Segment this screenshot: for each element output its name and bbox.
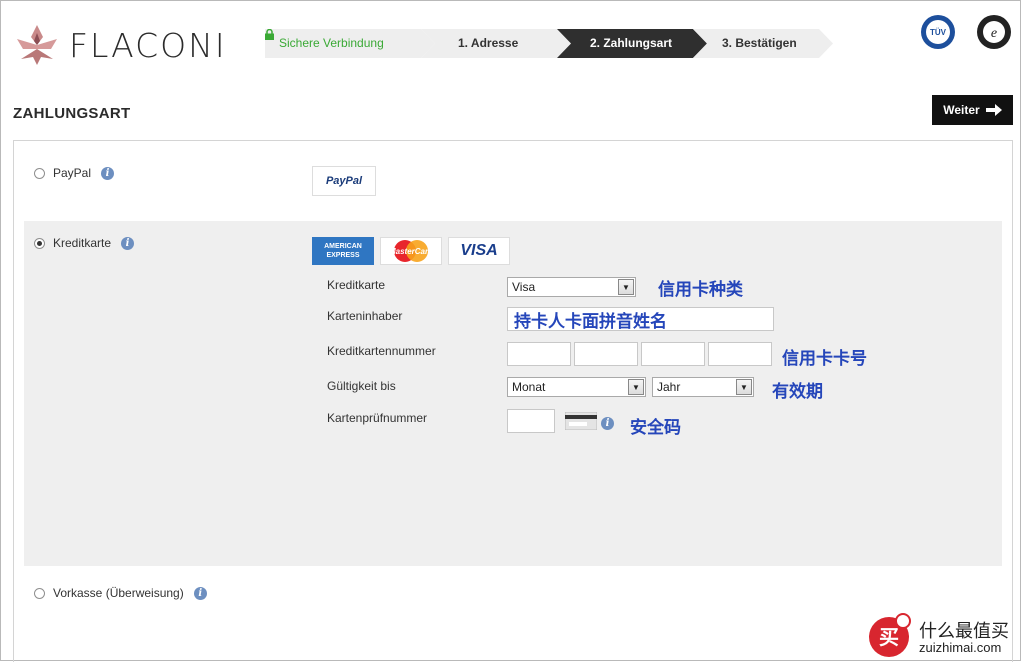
- lotus-icon: [17, 25, 57, 65]
- option-kreditkarte[interactable]: Kreditkarte i: [34, 236, 135, 250]
- step-label: 3. Bestätigen: [722, 36, 797, 50]
- paypal-logo: PayPal: [312, 166, 376, 196]
- kreditkartennummer-label: Kreditkartennummer: [327, 344, 436, 358]
- card-number-part-2[interactable]: [574, 342, 638, 366]
- brand-name: FLACONI: [69, 25, 227, 65]
- option-label: Kreditkarte: [53, 236, 112, 250]
- mastercard-logo: MasterCard: [380, 237, 442, 265]
- card-holder-annotation: 持卡人卡面拼音姓名: [514, 311, 667, 332]
- card-back-icon: [565, 412, 597, 430]
- zuizhimai-logo-icon: 买: [869, 613, 911, 657]
- step-label: 1. Adresse: [458, 36, 519, 50]
- chevron-down-icon[interactable]: ▼: [618, 279, 634, 295]
- svg-text:e: e: [991, 26, 997, 41]
- expiry-month-select[interactable]: Monat ▼: [507, 377, 646, 397]
- lock-icon: [265, 29, 274, 40]
- step-zahlungsart: 2. Zahlungsart: [557, 29, 707, 58]
- kreditkarte-radio[interactable]: [34, 237, 45, 249]
- amex-logo-text: AMERICAN EXPRESS: [324, 243, 362, 259]
- info-icon[interactable]: i: [193, 586, 207, 600]
- card-type-value: Visa: [512, 280, 536, 294]
- expiry-year-value: Jahr: [657, 380, 681, 394]
- kartenpruefnummer-label: Kartenprüfnummer: [327, 411, 428, 425]
- card-number-part-1[interactable]: [507, 342, 571, 366]
- paypal-radio[interactable]: [34, 167, 45, 179]
- trust-badges: TÜV e: [920, 14, 1012, 50]
- weiter-label: Weiter: [943, 103, 980, 117]
- annotation-card-number: 信用卡卡号: [782, 349, 867, 369]
- card-number-part-3[interactable]: [641, 342, 705, 366]
- page-frame: FLACONI Sichere Verbindung 1. Adresse 2.…: [0, 0, 1021, 662]
- karteninhaber-label: Karteninhaber: [327, 309, 403, 323]
- trusted-shops-badge-icon[interactable]: e: [976, 14, 1012, 50]
- step-label: 2. Zahlungsart: [590, 36, 673, 50]
- visa-logo: VISA: [448, 237, 510, 265]
- expiry-month-value: Monat: [512, 380, 546, 394]
- chevron-down-icon[interactable]: ▼: [736, 379, 752, 395]
- option-paypal[interactable]: PayPal i: [34, 166, 115, 180]
- vorkasse-radio[interactable]: [34, 587, 45, 599]
- option-label: PayPal: [53, 166, 92, 180]
- cvv-input[interactable]: [507, 409, 555, 433]
- visa-logo-text: VISA: [460, 242, 498, 259]
- card-holder-input[interactable]: 持卡人卡面拼音姓名: [507, 307, 774, 332]
- mastercard-logo-text: MasterCard: [388, 247, 433, 256]
- step-label: Sichere Verbindung: [279, 36, 384, 50]
- payment-panel: PayPal i PayPal Kreditkarte i AMERICAN E…: [13, 140, 1013, 662]
- kreditkarte-label: Kreditkarte: [327, 278, 386, 292]
- info-icon[interactable]: i: [121, 236, 135, 250]
- option-vorkasse[interactable]: Vorkasse (Überweisung) i: [34, 586, 207, 600]
- expiry-year-select[interactable]: Jahr ▼: [652, 377, 754, 397]
- annotation-cvv: 安全码: [630, 418, 681, 438]
- watermark: 买 什么最值买 zuizhimai.com: [867, 613, 1017, 659]
- step-bestaetigen: 3. Bestätigen: [693, 29, 833, 58]
- chevron-down-icon[interactable]: ▼: [628, 379, 644, 395]
- watermark-url: zuizhimai.com: [919, 640, 1002, 655]
- tuv-sud-badge-icon[interactable]: TÜV: [920, 14, 956, 50]
- card-number-part-4[interactable]: [708, 342, 772, 366]
- paypal-logo-text: PayPal: [325, 175, 363, 187]
- gueltigkeit-label: Gültigkeit bis: [327, 379, 396, 393]
- annotation-expiry: 有效期: [772, 382, 823, 402]
- weiter-button[interactable]: Weiter: [932, 95, 1013, 125]
- svg-text:买: 买: [879, 625, 899, 649]
- info-icon[interactable]: i: [101, 166, 115, 180]
- svg-text:TÜV: TÜV: [930, 28, 947, 37]
- page-title: ZAHLUNGSART: [13, 105, 131, 122]
- cvv-info-icon[interactable]: i: [601, 417, 614, 430]
- step-adresse[interactable]: 1. Adresse: [421, 29, 571, 58]
- step-secure-connection: Sichere Verbindung: [265, 29, 435, 58]
- arrow-right-icon: [985, 104, 1002, 116]
- flaconi-logo[interactable]: FLACONI: [13, 23, 227, 67]
- annotation-card-type: 信用卡种类: [658, 280, 743, 300]
- option-label: Vorkasse (Überweisung): [53, 586, 184, 600]
- amex-logo: AMERICAN EXPRESS: [312, 237, 374, 265]
- card-type-select[interactable]: Visa ▼: [507, 277, 636, 297]
